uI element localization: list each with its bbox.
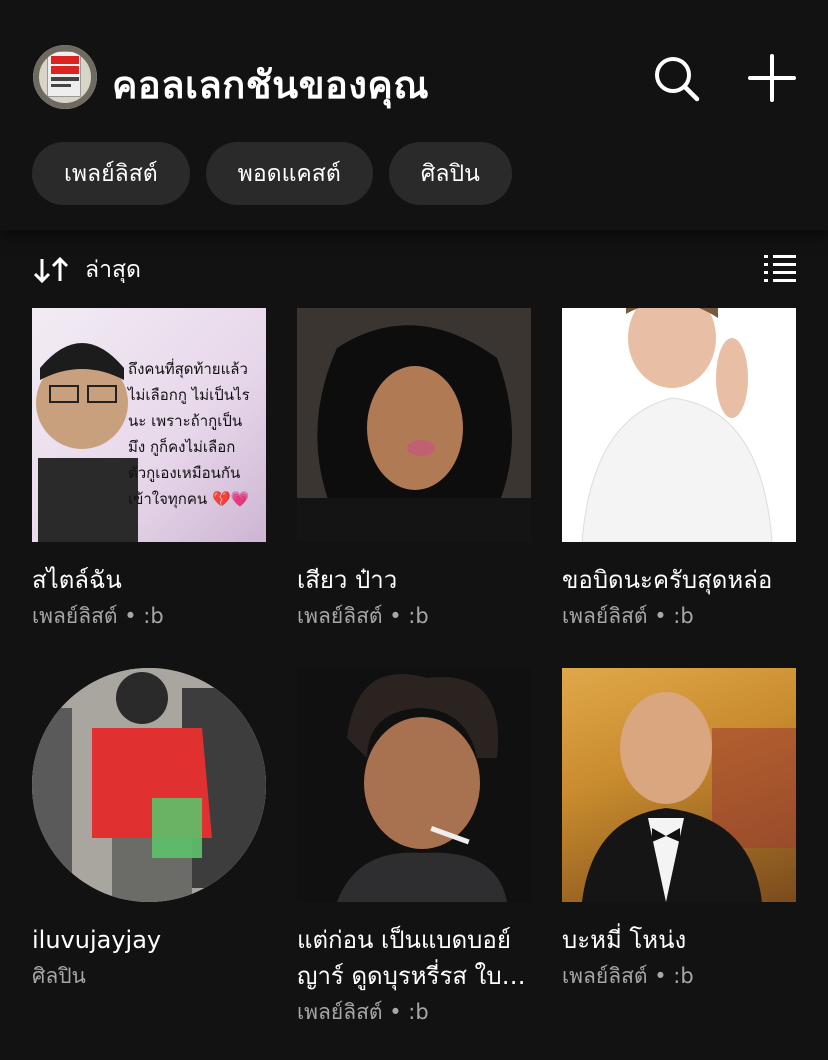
sort-button[interactable]: ล่าสุด xyxy=(33,250,141,290)
playlist-cover xyxy=(297,668,531,902)
card-subtitle: เพลย์ลิสต์ • :b xyxy=(562,964,694,988)
profile-avatar[interactable] xyxy=(33,45,97,109)
list-view-icon xyxy=(764,255,796,282)
add-button[interactable] xyxy=(746,52,798,104)
library-header: คอลเลกชันของคุณ เพลย์ลิสต์ พอดแคสต์ ศิลป… xyxy=(0,0,828,230)
list-view-button[interactable] xyxy=(764,254,796,284)
card-subtitle: เพลย์ลิสต์ • :b xyxy=(297,604,429,628)
cover-text-line: ไม่เลือกกู ไม่เป็นไร xyxy=(127,385,250,404)
card-title: ขอบิดนะครับสุดหล่อ xyxy=(562,566,773,594)
sort-label: ล่าสุด xyxy=(85,257,141,283)
playlist-cover xyxy=(297,308,531,542)
card-subtitle: เพลย์ลิสต์ • :b xyxy=(297,1000,429,1024)
cover-text-line: ถึงคนที่สุดท้ายแล้ว xyxy=(128,358,248,379)
cover-text-line: นะ เพราะถ้ากูเป็น xyxy=(128,411,242,430)
sort-arrows-icon xyxy=(33,256,69,284)
plus-icon xyxy=(748,54,796,102)
collection-card[interactable]: ถึงคนที่สุดท้ายแล้ว ไม่เลือกกู ไม่เป็นไร… xyxy=(32,308,266,634)
card-title: แต่ก่อน เป็นแบดบอย์ ญาร์ ดูดบุรหรี่รส ใบ… xyxy=(297,926,526,990)
page-title: คอลเลกชันของคุณ xyxy=(112,63,430,107)
collection-card[interactable]: เสียว ป๋าว เพลย์ลิสต์ • :b xyxy=(297,308,531,634)
card-title: บะหมี่ โหน่ง xyxy=(562,926,687,954)
playlist-cover: ถึงคนที่สุดท้ายแล้ว ไม่เลือกกู ไม่เป็นไร… xyxy=(32,308,266,542)
card-subtitle: เพลย์ลิสต์ • :b xyxy=(32,604,164,628)
cover-text-line: ตัวกูเองเหมือนกัน xyxy=(128,464,240,482)
filter-chips: เพลย์ลิสต์ พอดแคสต์ ศิลปิน xyxy=(32,142,512,205)
collection-card[interactable]: แต่ก่อน เป็นแบดบอย์ ญาร์ ดูดบุรหรี่รส ใบ… xyxy=(297,668,531,1030)
card-title: เสียว ป๋าว xyxy=(297,566,398,594)
card-title: สไตล์ฉัน xyxy=(32,566,122,594)
filter-chip-podcasts[interactable]: พอดแคสต์ xyxy=(205,142,373,205)
cover-text-line: มึง กูก็คงไม่เลือก xyxy=(128,437,235,456)
playlist-cover xyxy=(562,308,796,542)
search-icon xyxy=(655,57,700,102)
filter-chip-playlists[interactable]: เพลย์ลิสต์ xyxy=(32,142,190,205)
filter-chip-artists[interactable]: ศิลปิน xyxy=(388,142,512,205)
card-subtitle: เพลย์ลิสต์ • :b xyxy=(562,604,694,628)
collection-card[interactable]: บะหมี่ โหน่ง เพลย์ลิสต์ • :b xyxy=(562,668,796,994)
search-button[interactable] xyxy=(650,52,702,104)
card-subtitle: ศิลปิน xyxy=(32,964,86,988)
cover-text-line: เข้าใจทุกคน 💔💗 xyxy=(128,490,250,509)
card-title: iluvujayjay xyxy=(32,926,162,954)
collection-card[interactable]: iluvujayjay ศิลปิน xyxy=(32,668,266,994)
artist-avatar xyxy=(32,668,266,902)
playlist-cover xyxy=(562,668,796,902)
collection-card[interactable]: ขอบิดนะครับสุดหล่อ เพลย์ลิสต์ • :b xyxy=(562,308,796,634)
